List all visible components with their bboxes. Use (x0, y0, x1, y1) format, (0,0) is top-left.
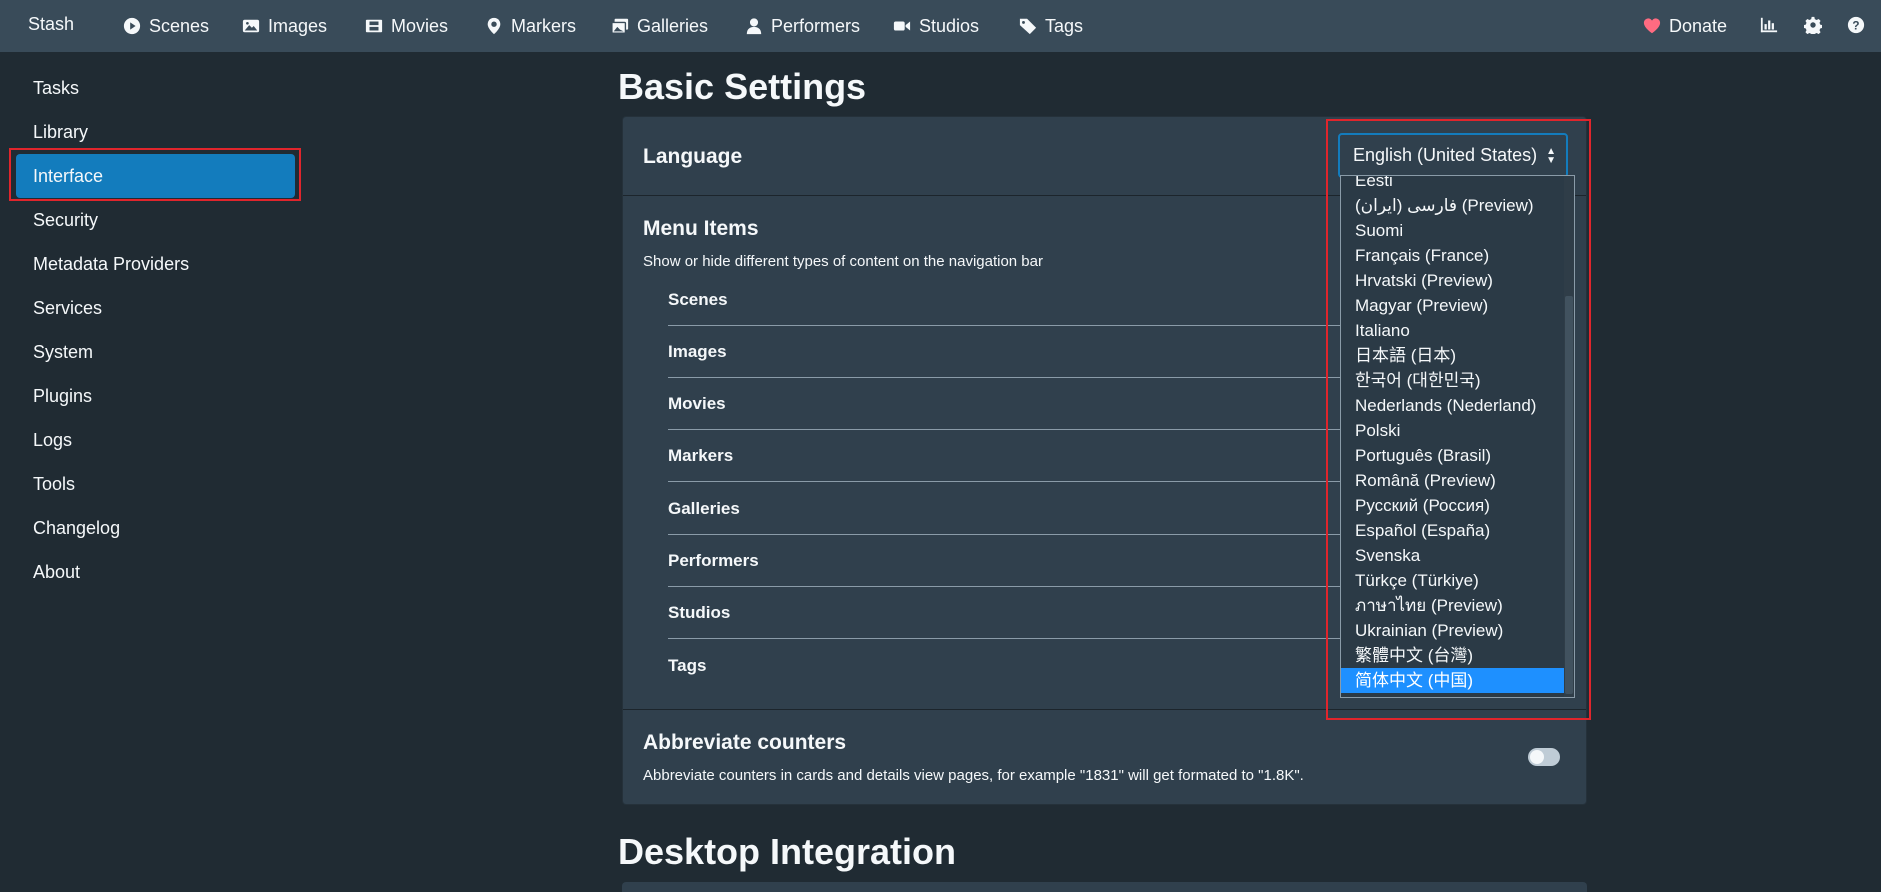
abbreviate-counters-description: Abbreviate counters in cards and details… (643, 767, 1304, 784)
menu-item-label: Tags (668, 656, 707, 675)
tag-icon (1019, 18, 1037, 35)
menu-item-label: Galleries (668, 498, 740, 518)
menu-item-label: Studios (668, 602, 731, 622)
chart-bar-icon (1760, 17, 1778, 33)
settings-sidebar: Tasks Library Interface Security Metadat… (16, 66, 296, 594)
nav-tags-label: Tags (1045, 15, 1084, 36)
user-icon (746, 18, 762, 35)
abbreviate-counters-title: Abbreviate counters (643, 731, 847, 754)
heart-icon (1643, 18, 1661, 34)
sidebar-item-tools[interactable]: Tools (16, 462, 296, 506)
menu-items-description: Show or hide different types of content … (643, 253, 1043, 270)
menu-item-scenes: Scenes (668, 274, 1368, 326)
sidebar-item-changelog[interactable]: Changelog (16, 506, 296, 550)
images-icon (611, 18, 629, 34)
active-item-highlight (9, 148, 301, 201)
top-navbar: Stash Scenes Images Movies Markers Galle… (0, 0, 1881, 52)
nav-galleries-label: Galleries (637, 15, 709, 36)
nav-markers[interactable]: Markers (485, 0, 576, 52)
basic-settings-title: Basic Settings (618, 66, 867, 107)
play-circle-icon (123, 17, 141, 35)
sidebar-item-system[interactable]: System (16, 330, 296, 374)
menu-item-label: Movies (668, 393, 726, 413)
sidebar-item-plugins[interactable]: Plugins (16, 374, 296, 418)
menu-item-images: Images (668, 326, 1368, 378)
nav-performers[interactable]: Performers (745, 0, 860, 52)
menu-item-tags: Tags (668, 640, 1368, 692)
nav-markers-label: Markers (511, 15, 577, 36)
menu-item-performers: Performers (668, 535, 1368, 587)
svg-text:?: ? (1852, 20, 1859, 33)
sidebar-item-tasks[interactable]: Tasks (16, 66, 296, 110)
menu-item-label: Performers (668, 550, 759, 570)
question-circle-icon: ? (1847, 16, 1865, 34)
sidebar-item-metadata-providers[interactable]: Metadata Providers (16, 242, 296, 286)
sidebar-item-security[interactable]: Security (16, 198, 296, 242)
language-select-highlight (1326, 119, 1591, 720)
menu-item-galleries: Galleries (668, 483, 1368, 535)
map-marker-icon (487, 17, 501, 35)
nav-studios-label: Studios (919, 15, 980, 36)
nav-movies-label: Movies (391, 15, 449, 36)
nav-images-label: Images (268, 15, 328, 36)
menu-items-title: Menu Items (643, 217, 759, 240)
sidebar-item-logs[interactable]: Logs (16, 418, 296, 462)
nav-tags[interactable]: Tags (1019, 0, 1083, 52)
brand-link[interactable]: Stash (28, 14, 74, 35)
video-icon (893, 21, 911, 31)
sidebar-item-about[interactable]: About (16, 550, 296, 594)
nav-performers-label: Performers (771, 15, 861, 36)
donate-button[interactable]: Donate (1643, 0, 1727, 52)
sidebar-item-services[interactable]: Services (16, 286, 296, 330)
gear-icon (1804, 16, 1822, 34)
image-icon (242, 19, 260, 33)
menu-item-label: Scenes (668, 289, 728, 309)
nav-studios[interactable]: Studios (893, 0, 979, 52)
abbreviate-counters-toggle[interactable] (1528, 748, 1560, 766)
desktop-integration-title: Desktop Integration (618, 831, 957, 872)
nav-scenes[interactable]: Scenes (123, 0, 209, 52)
stats-button[interactable] (1759, 15, 1779, 35)
menu-item-studios: Studios (668, 587, 1368, 639)
nav-galleries[interactable]: Galleries (611, 0, 708, 52)
language-label: Language (643, 145, 743, 168)
nav-movies[interactable]: Movies (365, 0, 448, 52)
film-icon (365, 19, 383, 33)
desktop-integration-card (622, 882, 1587, 892)
toggle-knob (1530, 750, 1544, 764)
settings-button[interactable] (1803, 15, 1823, 35)
donate-label: Donate (1669, 15, 1728, 36)
menu-item-markers: Markers (668, 430, 1368, 482)
menu-item-label: Images (668, 341, 727, 361)
menu-item-movies: Movies (668, 378, 1368, 430)
menu-item-label: Markers (668, 445, 734, 465)
nav-images[interactable]: Images (242, 0, 327, 52)
help-button[interactable]: ? (1846, 15, 1866, 35)
nav-scenes-label: Scenes (149, 15, 210, 36)
